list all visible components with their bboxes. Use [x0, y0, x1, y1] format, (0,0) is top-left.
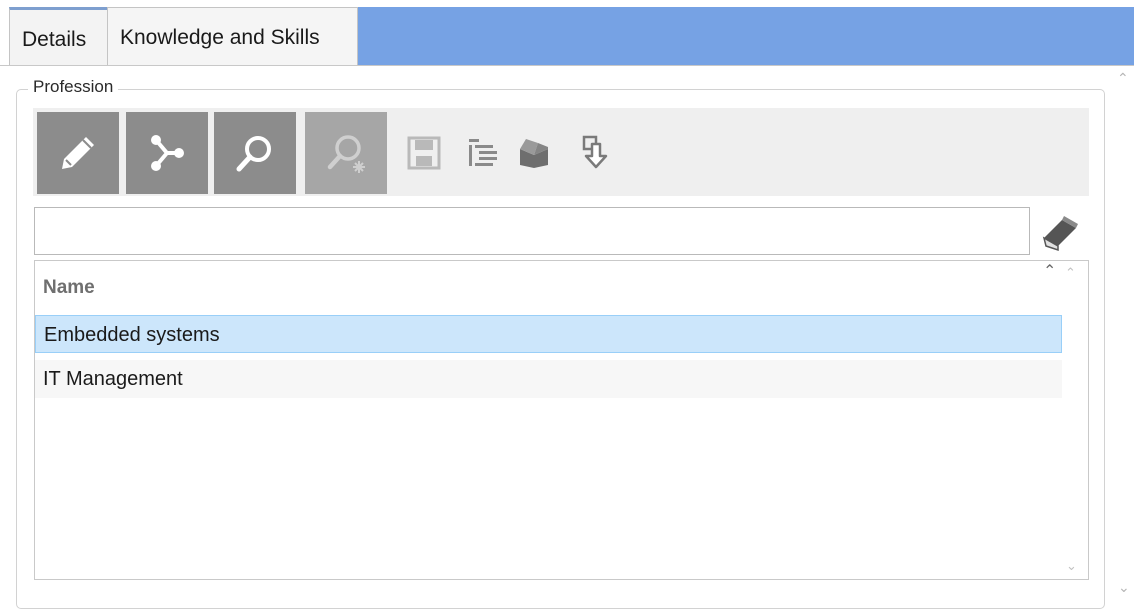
- groupbox-title: Profession: [28, 77, 119, 97]
- export-icon[interactable]: [516, 133, 552, 169]
- hierarchy-button[interactable]: [126, 112, 208, 194]
- scroll-down-icon[interactable]: ⌄: [1118, 579, 1130, 596]
- profession-list[interactable]: Name ⌃ Embedded systems IT Management: [34, 260, 1089, 580]
- hierarchy-icon: [151, 135, 184, 171]
- advanced-search-icon: [327, 135, 365, 173]
- list-item[interactable]: IT Management: [35, 360, 1062, 398]
- list-item[interactable]: Embedded systems: [35, 315, 1062, 353]
- save-icon[interactable]: [406, 135, 442, 171]
- indent-list-icon[interactable]: [465, 135, 501, 171]
- toolbar: [33, 108, 1089, 196]
- pencil-icon: [62, 137, 94, 169]
- list-scroll-down-icon[interactable]: ⌄: [1066, 558, 1077, 574]
- sort-ascending-icon: ⌃: [1043, 263, 1057, 280]
- edit-button[interactable]: [37, 112, 119, 194]
- tab-strip-background: [357, 7, 1134, 66]
- import-icon[interactable]: [578, 134, 614, 170]
- tab-knowledge-and-skills[interactable]: Knowledge and Skills: [107, 7, 358, 66]
- tab-strip: Details Knowledge and Skills: [0, 0, 1134, 66]
- search-input[interactable]: [34, 207, 1030, 255]
- list-scroll-up-icon[interactable]: ⌃: [1065, 265, 1076, 281]
- tab-details[interactable]: Details: [9, 7, 108, 66]
- column-header-name[interactable]: Name: [43, 277, 95, 299]
- search-icon: [236, 136, 271, 172]
- search-button[interactable]: [214, 112, 296, 194]
- scroll-up-icon[interactable]: ⌃: [1117, 70, 1129, 87]
- eraser-icon[interactable]: [1038, 210, 1082, 254]
- advanced-search-button[interactable]: [305, 112, 387, 194]
